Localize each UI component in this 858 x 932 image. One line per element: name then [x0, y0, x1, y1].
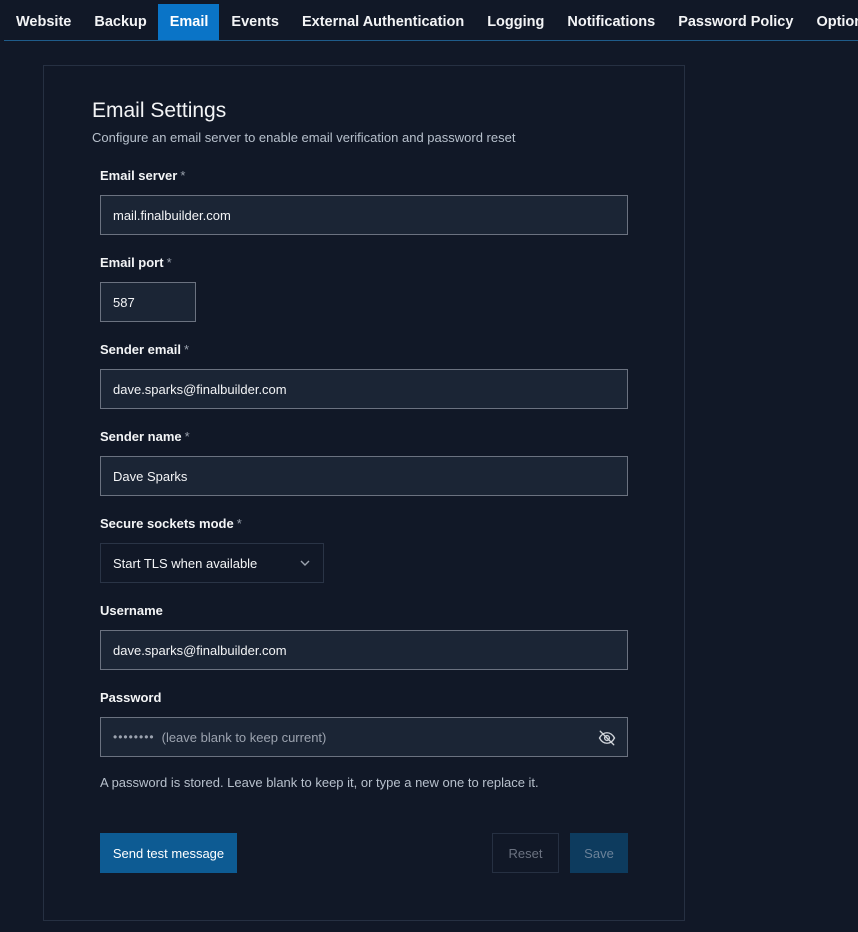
chevron-down-icon — [300, 560, 310, 566]
email-port-label-text: Email port — [100, 255, 164, 270]
required-marker: * — [183, 342, 189, 357]
email-server-label-text: Email server — [100, 168, 178, 183]
username-label-text: Username — [100, 603, 163, 618]
required-marker: * — [166, 255, 172, 270]
secure-sockets-label: Secure sockets mode * — [100, 516, 242, 531]
required-marker: * — [236, 516, 242, 531]
email-port-value: 587 — [113, 294, 135, 310]
sender-name-label: Sender name * — [100, 429, 190, 444]
sender-email-label: Sender email * — [100, 342, 189, 357]
email-settings-panel: Email Settings Configure an email server… — [43, 65, 685, 921]
email-port-label: Email port * — [100, 255, 172, 270]
email-server-label: Email server * — [100, 168, 185, 183]
page-subtitle: Configure an email server to enable emai… — [92, 130, 516, 145]
secure-sockets-label-text: Secure sockets mode — [100, 516, 234, 531]
tab-logging[interactable]: Logging — [475, 4, 555, 40]
password-label-text: Password — [100, 690, 162, 705]
tab-backup[interactable]: Backup — [82, 4, 157, 40]
tab-events[interactable]: Events — [219, 4, 290, 40]
tab-password-policy[interactable]: Password Policy — [666, 4, 804, 40]
settings-tabbar: Website Backup Email Events External Aut… — [0, 0, 858, 41]
tabbar-divider — [4, 40, 858, 41]
password-mask: •••••••• — [113, 730, 155, 744]
sender-name-value: Dave Sparks — [113, 468, 188, 484]
sender-name-input[interactable]: Dave Sparks — [100, 456, 628, 496]
username-input[interactable]: dave.sparks@finalbuilder.com — [100, 630, 628, 670]
password-input[interactable]: •••••••• (leave blank to keep current) — [100, 717, 628, 757]
tab-external-authentication[interactable]: External Authentication — [290, 4, 475, 40]
secure-sockets-select[interactable]: Start TLS when available — [100, 543, 324, 583]
reset-button[interactable]: Reset — [492, 833, 559, 873]
tab-options[interactable]: Options — [804, 4, 858, 40]
email-port-input[interactable]: 587 — [100, 282, 196, 322]
username-label: Username — [100, 603, 163, 618]
required-marker: * — [184, 429, 190, 444]
sender-email-value: dave.sparks@finalbuilder.com — [113, 381, 287, 397]
email-server-value: mail.finalbuilder.com — [113, 207, 231, 223]
password-label: Password — [100, 690, 161, 705]
email-server-input[interactable]: mail.finalbuilder.com — [100, 195, 628, 235]
tab-website[interactable]: Website — [4, 4, 82, 40]
tab-email[interactable]: Email — [157, 4, 220, 40]
send-test-message-button[interactable]: Send test message — [100, 833, 237, 873]
password-placeholder: (leave blank to keep current) — [161, 729, 327, 745]
page-title: Email Settings — [92, 99, 227, 122]
username-value: dave.sparks@finalbuilder.com — [113, 642, 287, 658]
password-hint: A password is stored. Leave blank to kee… — [100, 775, 539, 790]
tab-notifications[interactable]: Notifications — [555, 4, 666, 40]
save-button[interactable]: Save — [570, 833, 628, 873]
required-marker: * — [180, 168, 186, 183]
tab-list: Website Backup Email Events External Aut… — [4, 4, 858, 40]
sender-name-label-text: Sender name — [100, 429, 182, 444]
sender-email-input[interactable]: dave.sparks@finalbuilder.com — [100, 369, 628, 409]
sender-email-label-text: Sender email — [100, 342, 181, 357]
secure-sockets-value: Start TLS when available — [113, 555, 258, 571]
eye-off-icon[interactable] — [598, 729, 616, 747]
